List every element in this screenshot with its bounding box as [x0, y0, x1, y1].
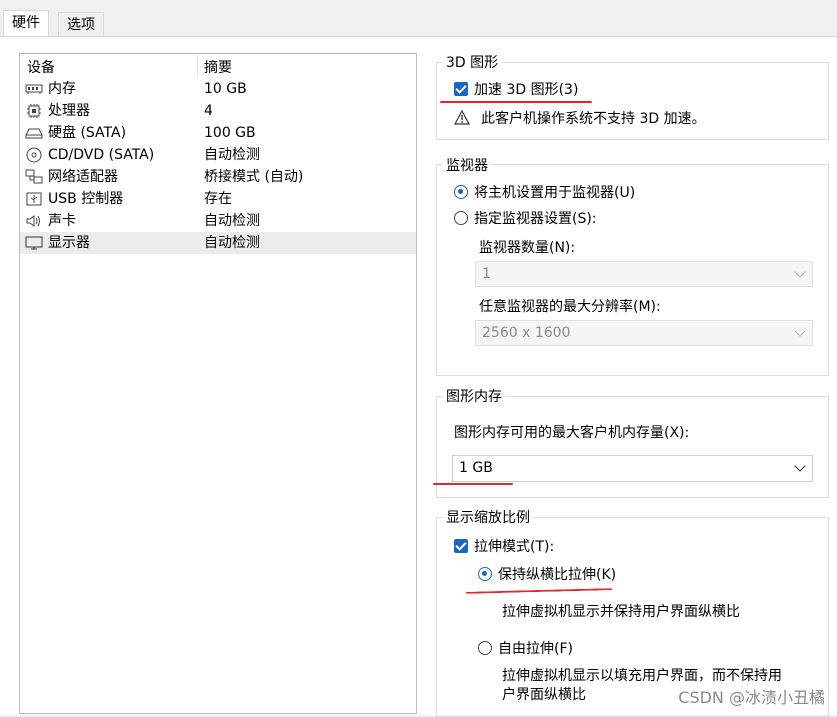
cpu-icon: [27, 104, 41, 118]
watermark-text: CSDN @冰渍小丑橘: [678, 688, 825, 707]
device-name: 声卡: [48, 213, 76, 229]
device-name: 内存: [48, 81, 76, 97]
accelerate-3d-checkbox[interactable]: [454, 82, 468, 96]
group-title-3d: 3D 图形: [443, 52, 502, 72]
network-icon: [25, 169, 43, 184]
device-row-display[interactable]: 显示器 自动检测: [20, 232, 416, 254]
use-host-settings-label[interactable]: 将主机设置用于监视器(U): [474, 182, 635, 202]
use-host-settings-radio[interactable]: [454, 185, 468, 199]
device-summary: 桥接模式 (自动): [204, 169, 304, 185]
device-name: CD/DVD (SATA): [48, 147, 155, 163]
device-name: 显示器: [48, 235, 90, 251]
group-title-monitor: 监视器: [443, 155, 491, 175]
device-summary: 4: [204, 103, 213, 119]
keep-ratio-label[interactable]: 保持纵横比拉伸(K): [498, 564, 616, 584]
device-summary: 自动检测: [204, 147, 260, 163]
free-stretch-radio[interactable]: [478, 641, 492, 655]
device-row-cd[interactable]: CD/DVD (SATA) 自动检测: [20, 144, 416, 166]
tab-options[interactable]: 选项: [58, 12, 104, 37]
disk-icon: [25, 128, 43, 139]
monitor-count-value: 1: [482, 266, 491, 282]
stretch-mode-label[interactable]: 拉伸模式(T):: [474, 536, 554, 556]
usb-icon: [26, 192, 42, 206]
max-resolution-value: 2560 x 1600: [482, 325, 571, 341]
chevron-down-icon: [794, 325, 806, 337]
column-header-device[interactable]: 设备: [27, 57, 55, 77]
free-stretch-description-line2: 户界面纵横比: [502, 687, 586, 703]
device-summary: 10 GB: [204, 81, 247, 97]
free-stretch-description-line1: 拉伸虚拟机显示以填充用户界面，而不保持用: [502, 668, 782, 684]
keep-ratio-radio[interactable]: [478, 567, 492, 581]
group-title-display-scaling: 显示缩放比例: [443, 507, 533, 527]
keep-ratio-description: 拉伸虚拟机显示并保持用户界面纵横比: [502, 604, 740, 620]
memory-icon: [25, 84, 43, 94]
tab-bar: 硬件 选项: [0, 0, 837, 37]
device-name: 硬盘 (SATA): [48, 125, 127, 141]
group-title-graphics-memory: 图形内存: [443, 386, 505, 406]
device-name: 网络适配器: [48, 169, 118, 185]
graphics-memory-label: 图形内存可用的最大客户机内存量(X):: [454, 425, 690, 441]
device-name: 处理器: [48, 103, 90, 119]
chevron-down-icon: [794, 460, 806, 472]
specify-settings-radio[interactable]: [454, 211, 468, 225]
specify-settings-label[interactable]: 指定监视器设置(S):: [474, 208, 597, 228]
stretch-mode-checkbox[interactable]: [454, 539, 468, 553]
chevron-down-icon: [794, 266, 806, 278]
speaker-icon: [26, 215, 40, 227]
tab-hardware[interactable]: 硬件: [3, 10, 49, 37]
device-summary: 自动检测: [204, 235, 260, 251]
cd-icon: [26, 147, 42, 163]
accelerate-3d-label[interactable]: 加速 3D 图形(3): [474, 79, 578, 99]
3d-warning-text: 此客户机操作系统不支持 3D 加速。: [481, 111, 706, 127]
device-row-disk[interactable]: 硬盘 (SATA) 100 GB: [20, 122, 416, 144]
column-separator[interactable]: [197, 54, 198, 78]
annotation-underline: [440, 101, 592, 103]
column-header-summary[interactable]: 摘要: [204, 57, 232, 77]
device-row-sound[interactable]: 声卡 自动检测: [20, 210, 416, 232]
free-stretch-label[interactable]: 自由拉伸(F): [498, 638, 573, 658]
device-summary: 存在: [204, 191, 232, 207]
device-row-network[interactable]: 网络适配器 桥接模式 (自动): [20, 166, 416, 188]
device-row-usb[interactable]: USB 控制器 存在: [20, 188, 416, 210]
monitor-count-label: 监视器数量(N):: [479, 240, 576, 256]
warning-icon: [454, 110, 470, 125]
annotation-underline: [433, 483, 513, 485]
monitor-count-select[interactable]: 1: [475, 261, 813, 287]
graphics-memory-value: 1 GB: [459, 460, 493, 476]
monitor-icon: [25, 236, 43, 250]
device-summary: 自动检测: [204, 213, 260, 229]
device-name: USB 控制器: [48, 191, 124, 207]
graphics-memory-select[interactable]: 1 GB: [452, 455, 813, 482]
device-row-cpu[interactable]: 处理器 4: [20, 100, 416, 122]
max-resolution-select[interactable]: 2560 x 1600: [475, 320, 813, 346]
device-row-memory[interactable]: 内存 10 GB: [20, 78, 416, 100]
device-list-header: 设备 摘要: [20, 54, 416, 78]
device-summary: 100 GB: [204, 125, 256, 141]
device-list: 设备 摘要 内存 10 GB 处理器 4 硬盘 (SATA) 100 GB CD…: [19, 53, 417, 714]
max-resolution-label: 任意监视器的最大分辨率(M):: [479, 299, 661, 315]
